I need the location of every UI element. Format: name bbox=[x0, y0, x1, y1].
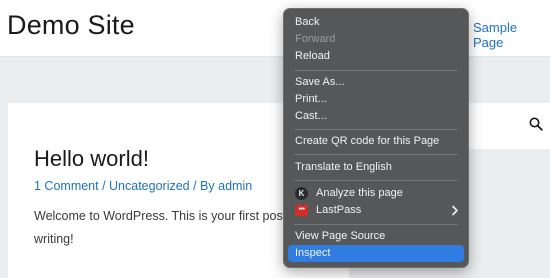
nav-link-sample-page[interactable]: Sample Page bbox=[473, 20, 550, 50]
site-title[interactable]: Demo Site bbox=[7, 10, 135, 41]
menu-item-label: Print... bbox=[295, 93, 327, 105]
menu-item-back[interactable]: Back bbox=[288, 14, 464, 31]
menu-item-label: Translate to English bbox=[295, 161, 392, 173]
menu-item-label: Reload bbox=[295, 50, 330, 62]
post-excerpt: Welcome to WordPress. This is your first… bbox=[34, 209, 290, 223]
menu-item-analyze-page[interactable]: K Analyze this page bbox=[288, 185, 464, 202]
menu-item-inspect[interactable]: Inspect bbox=[288, 245, 464, 262]
menu-item-label: Back bbox=[295, 16, 320, 28]
menu-item-reload[interactable]: Reload bbox=[288, 48, 464, 65]
menu-item-label: Analyze this page bbox=[316, 187, 403, 199]
menu-item-label: Inspect bbox=[295, 247, 331, 259]
menu-item-view-page-source[interactable]: View Page Source bbox=[288, 228, 464, 245]
menu-item-save-as[interactable]: Save As... bbox=[288, 74, 464, 91]
menu-item-lastpass[interactable]: ••• LastPass bbox=[288, 202, 464, 219]
search-icon[interactable] bbox=[529, 117, 543, 131]
menu-separator bbox=[294, 129, 458, 130]
comments-link[interactable]: 1 Comment bbox=[34, 179, 99, 193]
menu-item-label: Forward bbox=[295, 33, 336, 45]
post-title[interactable]: Hello world! bbox=[34, 146, 149, 172]
menu-separator bbox=[294, 224, 458, 225]
lastpass-icon: ••• bbox=[295, 205, 308, 216]
context-menu: Back Forward Reload Save As... Print... … bbox=[283, 8, 469, 268]
menu-item-label: Create QR code for this Page bbox=[295, 135, 440, 147]
menu-item-cast[interactable]: Cast... bbox=[288, 108, 464, 125]
author-link[interactable]: admin bbox=[218, 179, 252, 193]
menu-item-translate[interactable]: Translate to English bbox=[288, 159, 464, 176]
menu-separator bbox=[294, 154, 458, 155]
menu-item-label: Cast... bbox=[295, 110, 327, 122]
k-extension-icon: K bbox=[295, 187, 308, 200]
post-meta: 1 Comment / Uncategorized / By admin bbox=[34, 179, 252, 193]
meta-separator: / bbox=[98, 179, 110, 193]
menu-separator bbox=[294, 180, 458, 181]
menu-item-label: View Page Source bbox=[295, 230, 386, 242]
post-excerpt-continued: writing! bbox=[34, 232, 74, 246]
menu-item-label: LastPass bbox=[316, 204, 362, 216]
meta-by: / By bbox=[189, 179, 219, 193]
category-link[interactable]: Uncategorized bbox=[109, 179, 190, 193]
menu-separator bbox=[294, 70, 458, 71]
menu-item-label: Save As... bbox=[295, 76, 345, 88]
chevron-right-icon bbox=[452, 205, 458, 216]
sidebar-background bbox=[462, 160, 550, 278]
menu-item-print[interactable]: Print... bbox=[288, 91, 464, 108]
menu-item-create-qr-code[interactable]: Create QR code for this Page bbox=[288, 133, 464, 150]
menu-item-forward[interactable]: Forward bbox=[288, 31, 464, 48]
